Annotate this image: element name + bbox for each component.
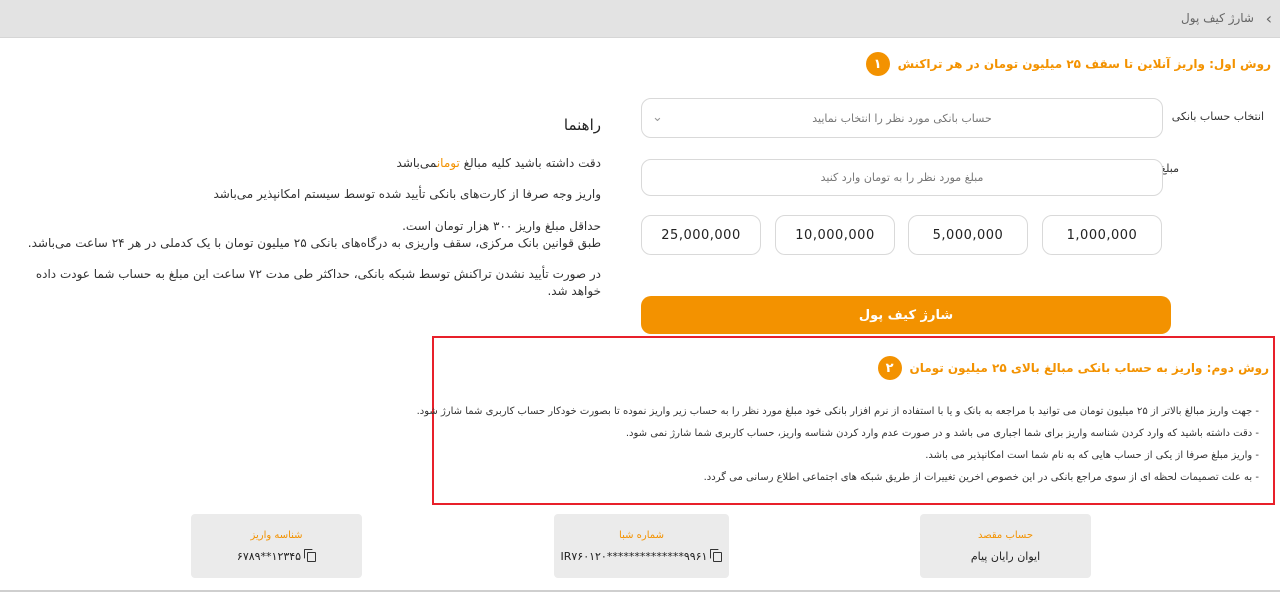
step-number-badge: ۱	[865, 52, 890, 76]
destination-account-title: حساب مقصد	[977, 530, 1034, 541]
quick-amount-25000000[interactable]: 25,000,000	[641, 215, 761, 255]
bottom-divider	[0, 590, 1280, 592]
quick-amount-5000000[interactable]: 5,000,000	[908, 215, 1028, 255]
bank-account-label: انتخاب حساب بانکی	[1171, 110, 1264, 123]
quick-amount-10000000[interactable]: 10,000,000	[775, 215, 895, 255]
method2-bullet: - جهت واریز مبالغ بالاتر از ۲۵ میلیون تو…	[416, 406, 1259, 417]
deposit-id-value: ۶۷۸۹**۱۲۳۴۵	[191, 548, 362, 563]
destination-account-name: ایوان رایان پیام	[970, 550, 1041, 563]
method2-bullet: - دقت داشته باشید که وارد کردن شناسه وار…	[625, 428, 1259, 439]
deposit-id-card: شناسه واریز ۶۷۸۹**۱۲۳۴۵	[191, 514, 362, 578]
guide-note-refund-cont: خواهد شد.	[547, 284, 601, 298]
deposit-id-text: ۶۷۸۹**۱۲۳۴۵	[236, 550, 302, 563]
method2-highlight-box: ۲ روش دوم: واریز به حساب بانکی مبالغ بال…	[417, 336, 1275, 505]
method2-bullet: - به علت تصمیمات لحظه ای از سوی مراجع با…	[703, 472, 1259, 483]
copy-icon[interactable]	[304, 548, 317, 562]
method1-header: ۱ روش اول: واریز آنلاین تا سقف ۲۵ میلیون…	[865, 52, 1271, 76]
sheba-number-value: IR۷۶۰۱۲۰**************۹۹۶۱	[554, 548, 729, 563]
guide-note-currency-text: دقت داشته باشید کلیه مبالغ	[463, 156, 601, 170]
guide-note-currency-suffix: می‌باشد	[396, 156, 437, 170]
method2-header: ۲ روش دوم: واریز به حساب بانکی مبالغ بال…	[877, 356, 1269, 380]
guide-note-currency: دقت داشته باشید کلیه مبالغ تومانمی‌باشد	[397, 155, 601, 172]
guide-note-limit: طبق قوانین بانک مرکزی، سقف واریزی به درگ…	[27, 236, 601, 250]
guide-note-cards: واریز وجه صرفا از کارت‌های بانکی تأیید ش…	[213, 187, 601, 201]
method1-title: روش اول: واریز آنلاین تا سقف ۲۵ میلیون ت…	[897, 57, 1271, 71]
guide-note-refund: در صورت تأیید نشدن تراکنش توسط شبکه بانک…	[35, 267, 601, 281]
destination-account-card: حساب مقصد ایوان رایان پیام	[920, 514, 1091, 578]
bank-account-placeholder: حساب بانکی مورد نظر را انتخاب نمایید	[812, 111, 992, 125]
amount-input[interactable]: مبلغ مورد نظر را به تومان وارد کنید	[641, 159, 1163, 196]
page-header: ‹ شارژ کیف پول	[0, 0, 1280, 38]
guide-note-minimum: حداقل مبلغ واریز ۳۰۰ هزار تومان است.	[402, 219, 601, 233]
amount-label: مبلغ	[1160, 162, 1179, 175]
destination-account-value: ایوان رایان پیام	[920, 550, 1091, 563]
bank-account-select[interactable]: حساب بانکی مورد نظر را انتخاب نمایید ⌄	[641, 98, 1163, 138]
page-title: شارژ کیف پول	[1181, 11, 1254, 25]
sheba-number-title: شماره شبا	[619, 530, 664, 541]
back-chevron-icon[interactable]: ‹	[1266, 9, 1272, 28]
amount-placeholder: مبلغ مورد نظر را به تومان وارد کنید	[820, 171, 984, 184]
guide-title: راهنما	[563, 116, 601, 134]
deposit-id-title: شناسه واریز	[250, 530, 303, 541]
method2-title: روش دوم: واریز به حساب بانکی مبالغ بالای…	[909, 361, 1269, 375]
method2-bullet: - واریز مبلغ صرفا از یکی از حساب هایی که…	[925, 450, 1259, 461]
copy-icon[interactable]	[710, 548, 723, 562]
guide-note-currency-highlight: تومان	[436, 156, 460, 170]
sheba-number-card: شماره شبا IR۷۶۰۱۲۰**************۹۹۶۱	[554, 514, 729, 578]
quick-amount-1000000[interactable]: 1,000,000	[1042, 215, 1162, 255]
chevron-down-icon: ⌄	[652, 110, 663, 125]
charge-wallet-button[interactable]: شارژ کیف پول	[641, 296, 1171, 334]
step-number-badge: ۲	[877, 356, 902, 380]
sheba-number-text: IR۷۶۰۱۲۰**************۹۹۶۱	[560, 550, 708, 563]
